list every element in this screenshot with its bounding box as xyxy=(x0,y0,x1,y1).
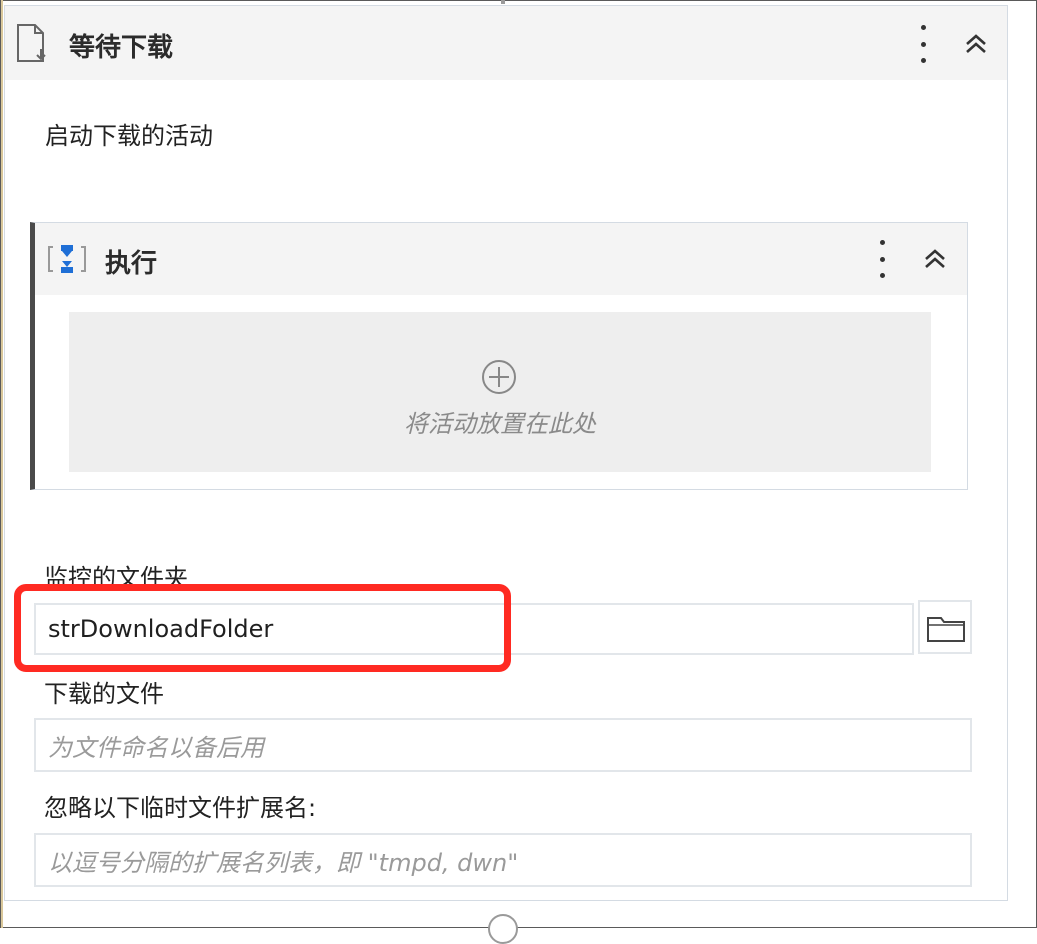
drop-hint-text: 将活动放置在此处 xyxy=(404,410,596,438)
downloaded-file-input[interactable]: 为文件命名以备后用 xyxy=(34,718,972,772)
wait-download-icon xyxy=(17,24,46,62)
activity-title: 等待下载 xyxy=(69,33,174,63)
section-label: 启动下载的活动 xyxy=(45,122,213,150)
activity-drop-zone[interactable]: 将活动放置在此处 xyxy=(69,312,931,472)
top-connector xyxy=(501,0,505,4)
monitored-folder-label: 监控的文件夹 xyxy=(44,564,188,592)
left-accent-bar xyxy=(1,0,3,928)
ignore-extensions-placeholder: 以逗号分隔的扩展名列表，即 "tmpd, dwn" xyxy=(48,848,519,877)
sequence-collapse-icon[interactable] xyxy=(922,246,948,272)
downloaded-file-placeholder: 为文件命名以备后用 xyxy=(48,733,264,762)
folder-icon xyxy=(927,617,965,642)
sequence-title: 执行 xyxy=(105,249,158,279)
sequence-container[interactable]: 执行 将活动放置在此处 xyxy=(30,222,968,490)
sequence-header[interactable]: 执行 xyxy=(35,223,967,295)
activity-collapse-icon[interactable] xyxy=(963,31,989,57)
browse-folder-button[interactable] xyxy=(918,600,972,654)
ignore-extensions-label: 忽略以下临时文件扩展名: xyxy=(44,794,317,822)
ignore-extensions-input[interactable]: 以逗号分隔的扩展名列表，即 "tmpd, dwn" xyxy=(34,833,972,887)
sequence-icon xyxy=(48,245,86,273)
sequence-more-options-icon[interactable] xyxy=(877,240,887,278)
activity-more-options-icon[interactable] xyxy=(918,25,928,63)
plus-circle-icon[interactable] xyxy=(480,358,518,396)
bottom-add-connector[interactable] xyxy=(488,914,518,944)
activity-header[interactable]: 等待下载 xyxy=(5,6,1007,80)
monitored-folder-input[interactable]: strDownloadFolder xyxy=(34,603,914,655)
monitored-folder-value: strDownloadFolder xyxy=(48,615,274,643)
downloaded-file-label: 下载的文件 xyxy=(44,680,164,708)
